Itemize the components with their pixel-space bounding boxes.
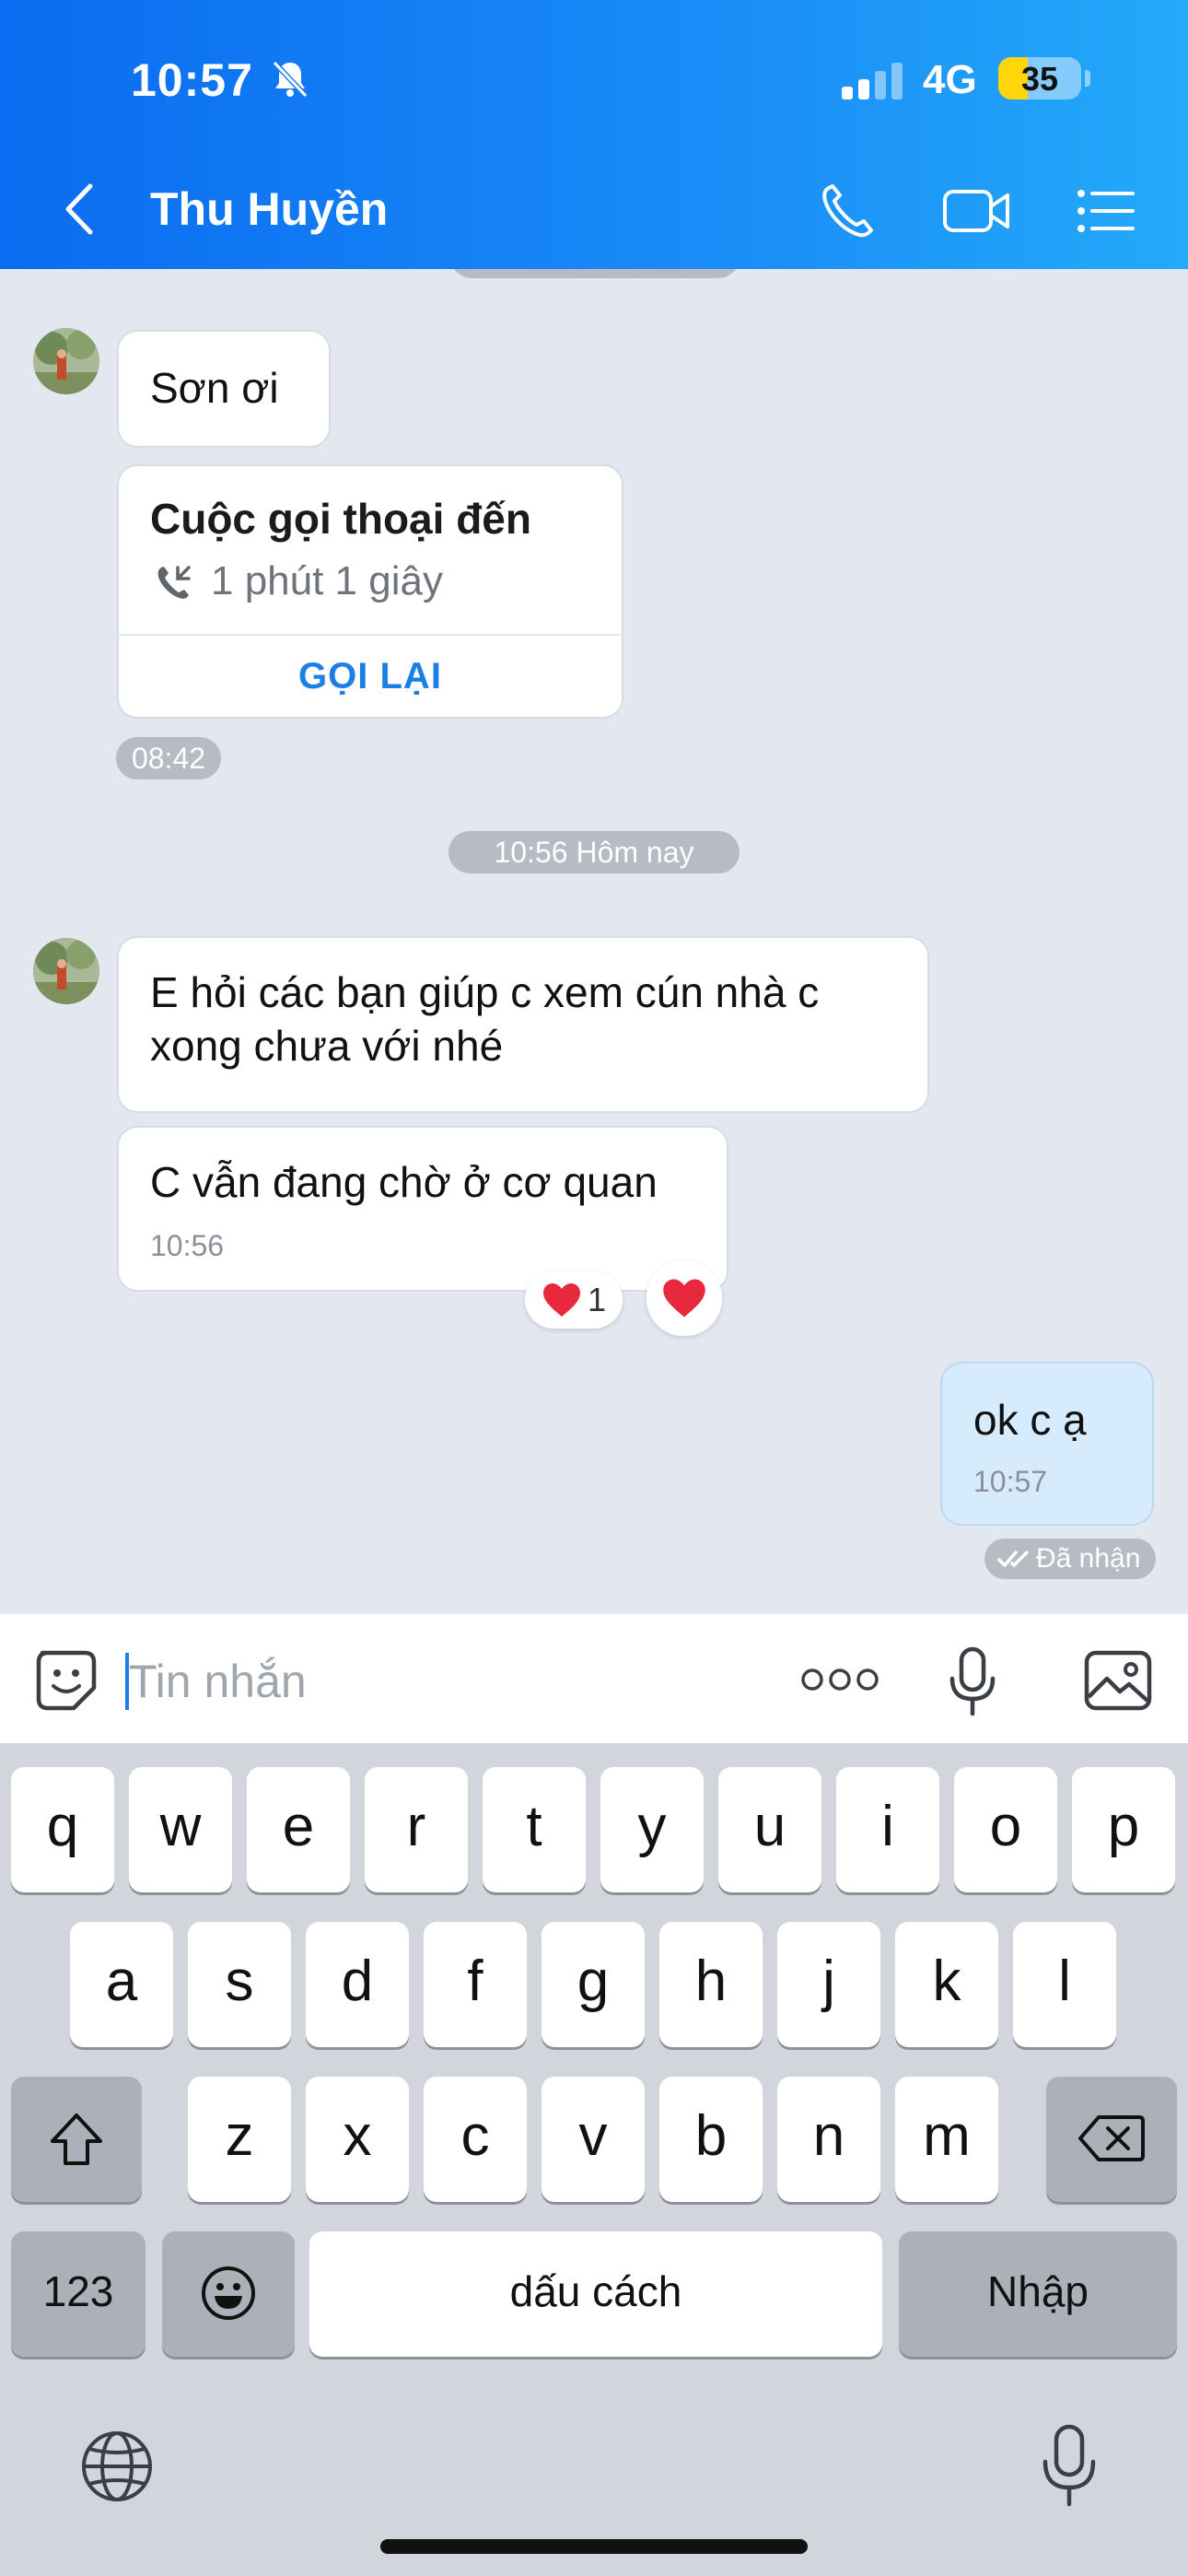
more-options-icon[interactable] [801, 1666, 879, 1693]
reaction-count: 1 [587, 1281, 607, 1318]
message-bubble[interactable]: Sơn ơi [117, 330, 331, 448]
message-time: 10:57 [973, 1465, 1048, 1498]
message-time: 10:56 [150, 1229, 225, 1262]
avatar[interactable] [33, 328, 99, 394]
return-key[interactable]: Nhập [899, 2231, 1177, 2357]
avatar-photo-icon [33, 938, 99, 1004]
key-n[interactable]: n [777, 2077, 880, 2202]
space-key[interactable]: dấu cách [309, 2231, 882, 2357]
divider [119, 634, 622, 636]
key-d[interactable]: d [306, 1922, 409, 2047]
date-chip-partial [449, 269, 740, 278]
key-l[interactable]: l [1013, 1922, 1116, 2047]
numbers-key[interactable]: 123 [11, 2231, 146, 2357]
emoji-face-icon [202, 2266, 255, 2320]
message-input[interactable]: Tin nhắn [129, 1655, 307, 1708]
sent-message-bubble[interactable]: ok c ạ 10:57 [940, 1362, 1154, 1526]
key-f[interactable]: f [424, 1922, 527, 2047]
double-check-icon [997, 1551, 1029, 1567]
key-v[interactable]: v [542, 2077, 645, 2202]
key-j[interactable]: j [777, 1922, 880, 2047]
back-chevron-icon[interactable] [57, 177, 103, 241]
incoming-call-icon [157, 566, 191, 599]
shift-key[interactable] [11, 2077, 142, 2202]
message-text: C vẫn đang chờ ở cơ quan [150, 1158, 658, 1206]
microphone-icon[interactable] [949, 1645, 996, 1719]
key-h[interactable]: h [659, 1922, 763, 2047]
delivery-status: Đã nhận [984, 1539, 1156, 1579]
key-y[interactable]: y [600, 1767, 704, 1892]
status-time: 10:57 [131, 54, 253, 106]
key-b[interactable]: b [659, 2077, 763, 2202]
key-u[interactable]: u [718, 1767, 821, 1892]
reaction-summary[interactable]: 1 [525, 1271, 623, 1329]
battery-icon: 35 [998, 57, 1081, 100]
key-e[interactable]: e [247, 1767, 350, 1892]
heart-icon [663, 1279, 705, 1317]
battery-level: 35 [1020, 60, 1059, 98]
menu-list-icon[interactable] [1074, 181, 1138, 241]
network-type: 4G [923, 57, 977, 102]
key-x[interactable]: x [306, 2077, 409, 2202]
sticker-icon[interactable] [33, 1647, 99, 1714]
key-w[interactable]: w [129, 1767, 232, 1892]
backspace-key[interactable] [1046, 2077, 1177, 2202]
globe-icon[interactable] [79, 2429, 155, 2504]
backspace-icon [1078, 2115, 1145, 2161]
delivery-status-text: Đã nhận [1036, 1543, 1141, 1574]
emoji-key[interactable] [162, 2231, 295, 2357]
call-back-button[interactable]: GỌI LẠI [119, 656, 622, 697]
key-q[interactable]: q [11, 1767, 114, 1892]
call-duration: 1 phút 1 giây [211, 558, 443, 603]
image-gallery-icon[interactable] [1083, 1649, 1153, 1712]
video-call-icon[interactable] [941, 181, 1011, 241]
key-t[interactable]: t [483, 1767, 586, 1892]
key-a[interactable]: a [70, 1922, 173, 2047]
message-text: ok c ạ [973, 1396, 1087, 1444]
bell-off-icon [272, 60, 309, 99]
battery-tip [1085, 70, 1090, 87]
message-text: E hỏi các bạn giúp c xem cún nhà c xong … [150, 968, 820, 1070]
key-k[interactable]: k [895, 1922, 998, 2047]
message-text: Sơn ơi [150, 364, 279, 412]
date-divider: 10:56 Hôm nay [448, 831, 740, 873]
key-g[interactable]: g [542, 1922, 645, 2047]
key-z[interactable]: z [188, 2077, 291, 2202]
message-timestamp: 08:42 [116, 737, 221, 779]
dictation-microphone-icon[interactable] [1041, 2423, 1098, 2510]
contact-name[interactable]: Thu Huyền [150, 182, 388, 236]
key-m[interactable]: m [895, 2077, 998, 2202]
message-list[interactable]: Sơn ơi Cuộc gọi thoại đến 1 phút 1 giây … [0, 269, 1188, 1614]
call-card: Cuộc gọi thoại đến 1 phút 1 giây GỌI LẠI [117, 464, 623, 719]
avatar-photo-icon [33, 328, 99, 394]
heart-icon [542, 1283, 580, 1317]
key-i[interactable]: i [836, 1767, 939, 1892]
message-bubble[interactable]: C vẫn đang chờ ở cơ quan 10:56 [117, 1126, 728, 1292]
key-p[interactable]: p [1072, 1767, 1175, 1892]
shift-arrow-icon [51, 2113, 102, 2165]
phone-call-icon[interactable] [816, 181, 880, 241]
key-r[interactable]: r [365, 1767, 468, 1892]
chat-header: 10:57 4G 35 Thu Huyền [0, 0, 1188, 269]
key-o[interactable]: o [954, 1767, 1057, 1892]
home-indicator[interactable] [380, 2539, 808, 2554]
message-composer: Tin nhắn [0, 1614, 1188, 1743]
key-c[interactable]: c [424, 2077, 527, 2202]
key-s[interactable]: s [188, 1922, 291, 2047]
message-bubble[interactable]: E hỏi các bạn giúp c xem cún nhà c xong … [117, 936, 929, 1113]
call-title: Cuộc gọi thoại đến [150, 495, 531, 543]
add-reaction-button[interactable] [646, 1260, 722, 1336]
avatar[interactable] [33, 938, 99, 1004]
signal-icon [842, 63, 903, 100]
